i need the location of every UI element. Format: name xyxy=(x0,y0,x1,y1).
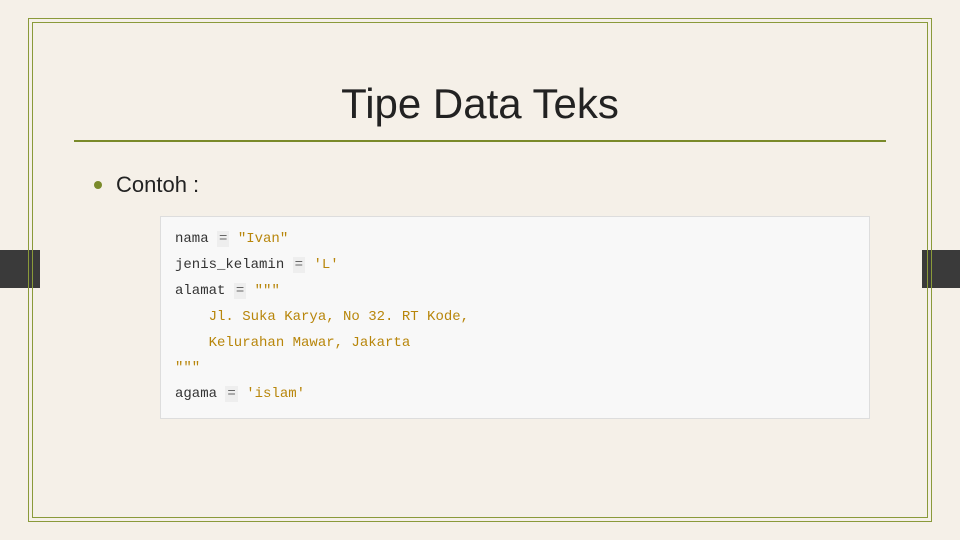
code-string: Kelurahan Mawar, Jakarta xyxy=(175,335,410,351)
code-ident: alamat xyxy=(175,283,225,299)
code-string: "Ivan" xyxy=(238,231,288,247)
bullet-icon xyxy=(94,181,102,189)
code-op: = xyxy=(225,386,237,402)
code-op: = xyxy=(293,257,305,273)
slide-content: Tipe Data Teks Contoh : nama = "Ivan" je… xyxy=(70,80,890,419)
code-ident: nama xyxy=(175,231,209,247)
code-example: nama = "Ivan" jenis_kelamin = 'L' alamat… xyxy=(160,216,870,419)
slide-title: Tipe Data Teks xyxy=(70,80,890,128)
code-ident: agama xyxy=(175,386,217,402)
code-ident: jenis_kelamin xyxy=(175,257,284,273)
code-string: 'islam' xyxy=(246,386,305,402)
code-op: = xyxy=(217,231,229,247)
title-underline xyxy=(74,140,886,142)
code-string: """ xyxy=(175,360,200,376)
bullet-item: Contoh : xyxy=(94,172,890,198)
code-string: """ xyxy=(255,283,280,299)
code-string: Jl. Suka Karya, No 32. RT Kode, xyxy=(175,309,469,325)
code-op: = xyxy=(234,283,246,299)
bullet-label: Contoh : xyxy=(116,172,199,198)
code-string: 'L' xyxy=(313,257,338,273)
